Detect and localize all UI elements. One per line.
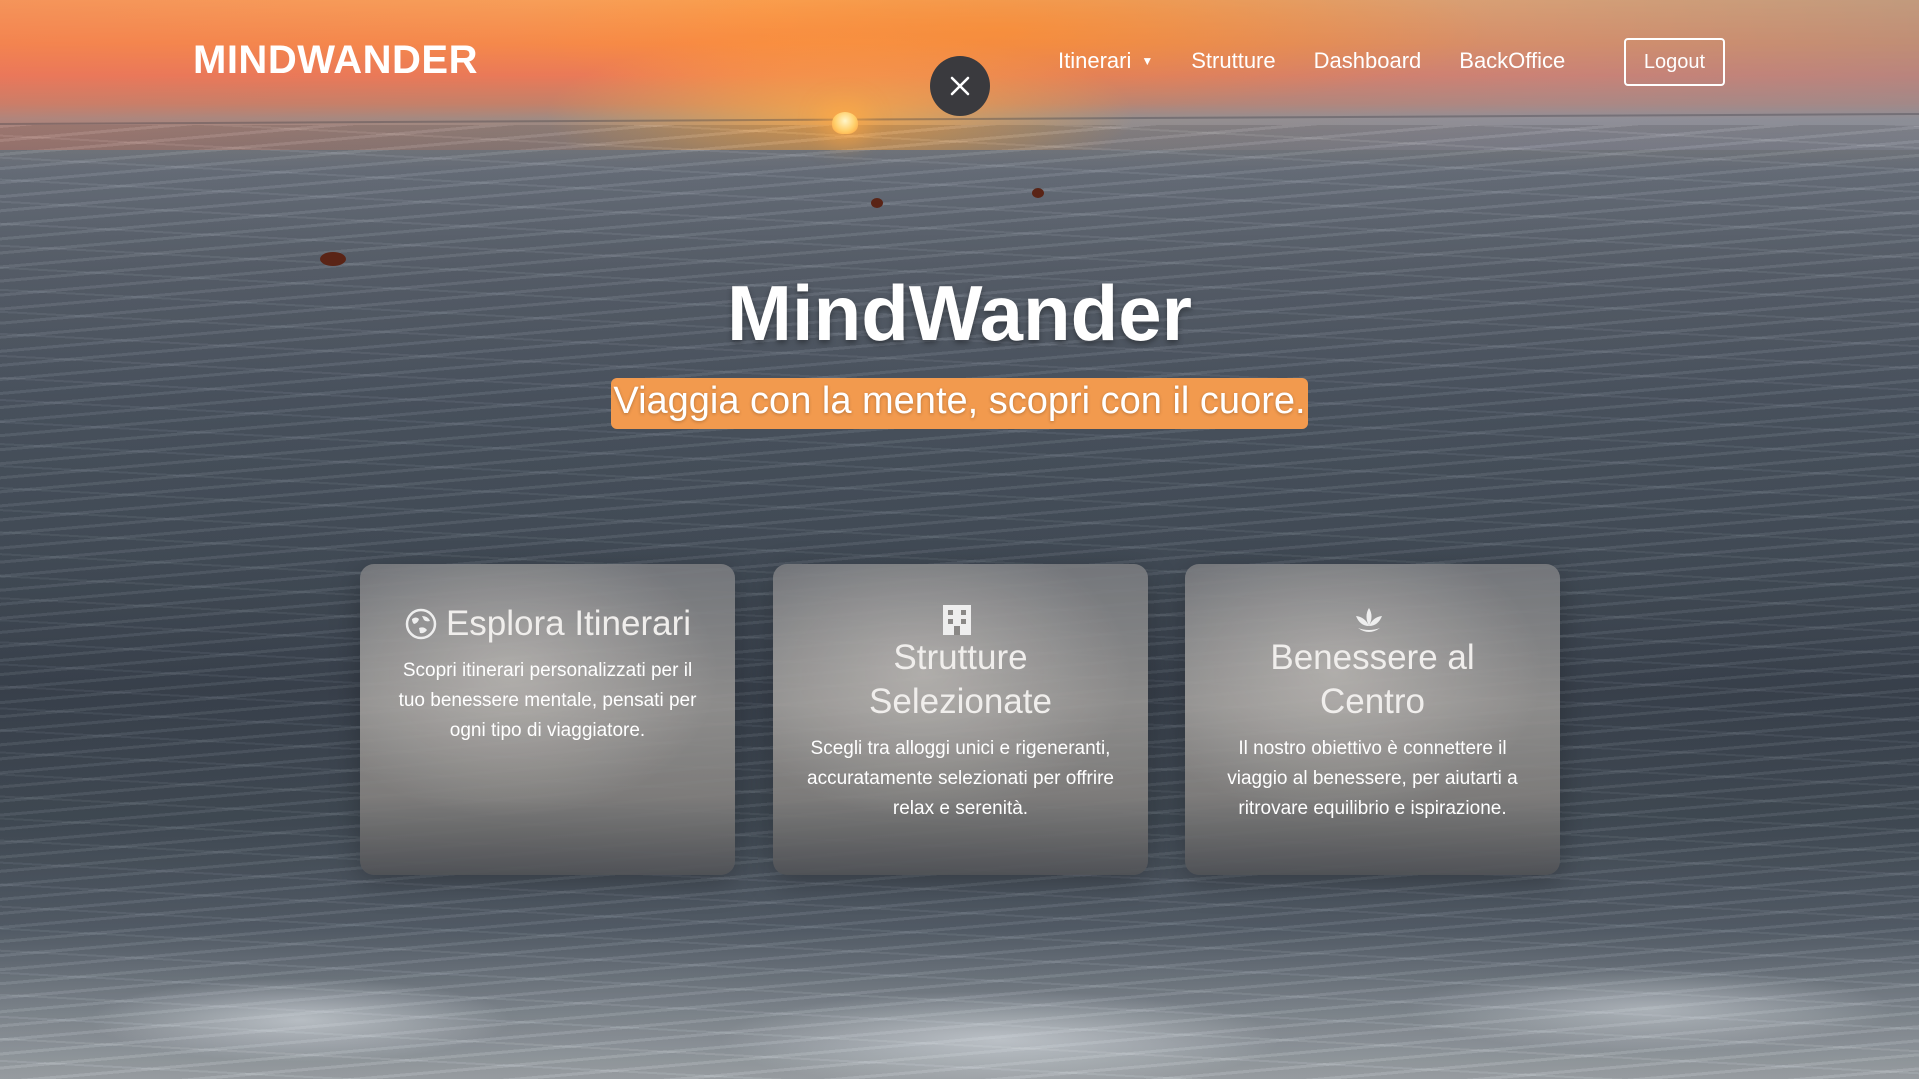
- lotus-icon: [1355, 608, 1382, 632]
- hero-subtitle: Viaggia con la mente, scopri con il cuor…: [611, 378, 1308, 429]
- card-title-text: Esplora Itinerari: [445, 604, 692, 643]
- globe-icon: [405, 608, 437, 640]
- card-description: Il nostro obiettivo è connettere il viag…: [1227, 738, 1518, 819]
- buoy: [1032, 188, 1044, 198]
- card-benessere-al-centro[interactable]: Benessere al Centro Il nostro obiettivo …: [1185, 564, 1560, 875]
- card-title-text: Benessere al Centro: [1270, 638, 1475, 721]
- buoy: [871, 198, 883, 208]
- nav-strutture[interactable]: Strutture: [1191, 48, 1275, 74]
- nav-itinerari-label: Itinerari: [1058, 48, 1132, 73]
- nav-backoffice[interactable]: BackOffice: [1459, 48, 1565, 74]
- card-description: Scegli tra alloggi unici e rigeneranti, …: [807, 738, 1114, 819]
- brand-logo[interactable]: MINDWANDER: [193, 38, 478, 83]
- nav-dashboard[interactable]: Dashboard: [1314, 48, 1422, 74]
- hotel-icon: [942, 605, 971, 635]
- nav-itinerari-dropdown[interactable]: Itinerari ▼: [1058, 48, 1153, 74]
- close-button[interactable]: [930, 56, 990, 116]
- card-title: Strutture Selezionate: [833, 602, 1088, 724]
- nav-menu: Itinerari ▼ Strutture Dashboard BackOffi…: [1058, 48, 1603, 74]
- card-title: Benessere al Centro: [1245, 602, 1500, 724]
- card-strutture-selezionate[interactable]: Strutture Selezionate Scegli tra alloggi…: [773, 564, 1148, 875]
- hero-subtitle-wrap: Viaggia con la mente, scopri con il cuor…: [0, 378, 1919, 429]
- hero-title: MindWander: [726, 269, 1193, 357]
- buoy: [320, 252, 346, 266]
- hero-background: MINDWANDER Itinerari ▼ Strutture Dashboa…: [0, 0, 1919, 1079]
- card-title: Esplora Itinerari: [380, 602, 715, 646]
- close-icon: [950, 76, 970, 96]
- navbar: MINDWANDER Itinerari ▼ Strutture Dashboa…: [0, 0, 1919, 125]
- logout-button[interactable]: Logout: [1624, 38, 1725, 86]
- card-description: Scopri itinerari personalizzati per il t…: [398, 660, 697, 741]
- card-esplora-itinerari[interactable]: Esplora Itinerari Scopri itinerari perso…: [360, 564, 735, 875]
- card-title-text: Strutture Selezionate: [869, 638, 1052, 721]
- caret-down-icon: ▼: [1141, 54, 1154, 68]
- sea-foam: [0, 930, 1919, 1079]
